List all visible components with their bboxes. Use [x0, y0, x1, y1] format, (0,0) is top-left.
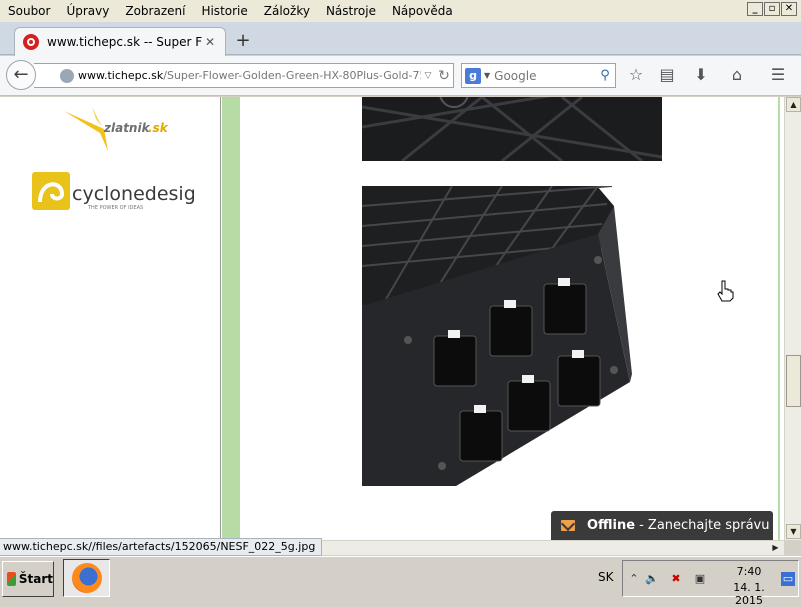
reading-list-icon[interactable]: ▤: [656, 64, 678, 86]
windows-flag-icon: [7, 572, 16, 586]
svg-text:cyclonedesign: cyclonedesign: [72, 183, 194, 205]
chat-status: Offline: [587, 518, 636, 533]
google-icon[interactable]: g: [465, 67, 481, 84]
svg-text:zlatnik: zlatnik: [103, 121, 151, 135]
firefox-taskbar-button[interactable]: [63, 559, 110, 597]
scroll-down-icon[interactable]: ▼: [786, 524, 801, 539]
menu-napoveda[interactable]: Nápověda: [386, 0, 459, 22]
menu-zobrazeni[interactable]: Zobrazení: [119, 0, 191, 22]
menu-icon[interactable]: ☰: [767, 64, 789, 86]
globe-icon: [60, 68, 74, 83]
volume-icon[interactable]: 🔈: [645, 572, 659, 586]
network-error-icon[interactable]: ✖: [669, 572, 683, 586]
reload-icon[interactable]: ↻: [435, 68, 453, 84]
vertical-scrollbar[interactable]: ▲ ▼: [784, 97, 801, 540]
article-content: [240, 97, 780, 540]
url-dropdown-icon[interactable]: ▽: [421, 71, 435, 81]
envelope-icon: [561, 520, 575, 531]
tab-title: www.tichepc.sk -- Super Flow...: [47, 35, 203, 49]
page-viewport: zlatnik .sk cyclonedesign THE POWER OF I…: [0, 97, 784, 540]
menu-upravy[interactable]: Úpravy: [60, 0, 115, 22]
content-left-border: [222, 97, 240, 540]
network-icon[interactable]: ▣: [693, 572, 707, 586]
start-label: Štart: [18, 572, 53, 586]
url-text[interactable]: www.tichepc.sk/Super-Flower-Golden-Green…: [78, 69, 421, 82]
search-input[interactable]: [494, 68, 595, 83]
menu-zalozky[interactable]: Záložky: [258, 0, 316, 22]
menu-historie[interactable]: Historie: [195, 0, 253, 22]
psu-modular-connectors-image[interactable]: [362, 186, 662, 486]
svg-text:.sk: .sk: [148, 121, 169, 135]
start-button[interactable]: Štart: [2, 561, 54, 597]
home-icon[interactable]: ⌂: [726, 64, 748, 86]
new-tab-button[interactable]: +: [232, 30, 254, 52]
show-desktop-icon[interactable]: ▭: [781, 572, 795, 586]
content-right-border: [778, 97, 780, 540]
clock-time[interactable]: 7:40: [736, 565, 762, 578]
maximize-button[interactable]: ▫: [764, 2, 780, 16]
zlatnik-logo[interactable]: zlatnik .sk: [62, 105, 172, 153]
tab-close-icon[interactable]: ✕: [203, 35, 217, 49]
chat-message: - Zanechajte správu: [639, 518, 770, 533]
svg-text:THE POWER OF IDEAS: THE POWER OF IDEAS: [87, 205, 143, 211]
download-icon[interactable]: ⬇: [690, 64, 712, 86]
horizontal-scrollbar[interactable]: ▶: [290, 540, 784, 555]
search-bar[interactable]: g ▼ ⚲: [461, 63, 616, 88]
cyclonedesign-logo[interactable]: cyclonedesign THE POWER OF IDEAS: [32, 172, 194, 212]
vertical-scroll-thumb[interactable]: [786, 355, 801, 407]
site-favicon-icon: [23, 34, 39, 50]
scroll-up-icon[interactable]: ▲: [786, 97, 801, 112]
minimize-button[interactable]: _: [747, 2, 763, 16]
hand-cursor-icon: [717, 280, 734, 302]
chat-widget[interactable]: Offline - Zanechajte správu: [551, 511, 773, 540]
menu-bar: Soubor Úpravy Zobrazení Historie Záložky…: [0, 0, 801, 22]
browser-tab[interactable]: www.tichepc.sk -- Super Flow... ✕: [14, 27, 226, 56]
left-sidebar: zlatnik .sk cyclonedesign THE POWER OF I…: [0, 97, 221, 540]
url-bar[interactable]: www.tichepc.sk/Super-Flower-Golden-Green…: [34, 63, 454, 88]
psu-fan-image[interactable]: [362, 97, 662, 161]
close-window-button[interactable]: ✕: [781, 2, 797, 16]
menu-nastroje[interactable]: Nástroje: [320, 0, 382, 22]
search-icon[interactable]: ⚲: [595, 68, 615, 83]
language-indicator[interactable]: SK: [598, 570, 614, 584]
status-link-url: www.tichepc.sk//files/artefacts/152065/N…: [0, 538, 323, 556]
scroll-right-icon[interactable]: ▶: [768, 541, 783, 556]
back-button[interactable]: ←: [6, 60, 36, 90]
bookmark-star-icon[interactable]: ☆: [625, 64, 647, 86]
tray-expand-icon[interactable]: ⌃: [627, 572, 641, 586]
clock-date[interactable]: 14. 1. 2015: [719, 581, 779, 607]
firefox-icon: [72, 563, 102, 593]
menu-soubor[interactable]: Soubor: [2, 0, 56, 22]
search-engine-dropdown-icon[interactable]: ▼: [484, 71, 490, 80]
back-icon: ←: [13, 64, 29, 85]
